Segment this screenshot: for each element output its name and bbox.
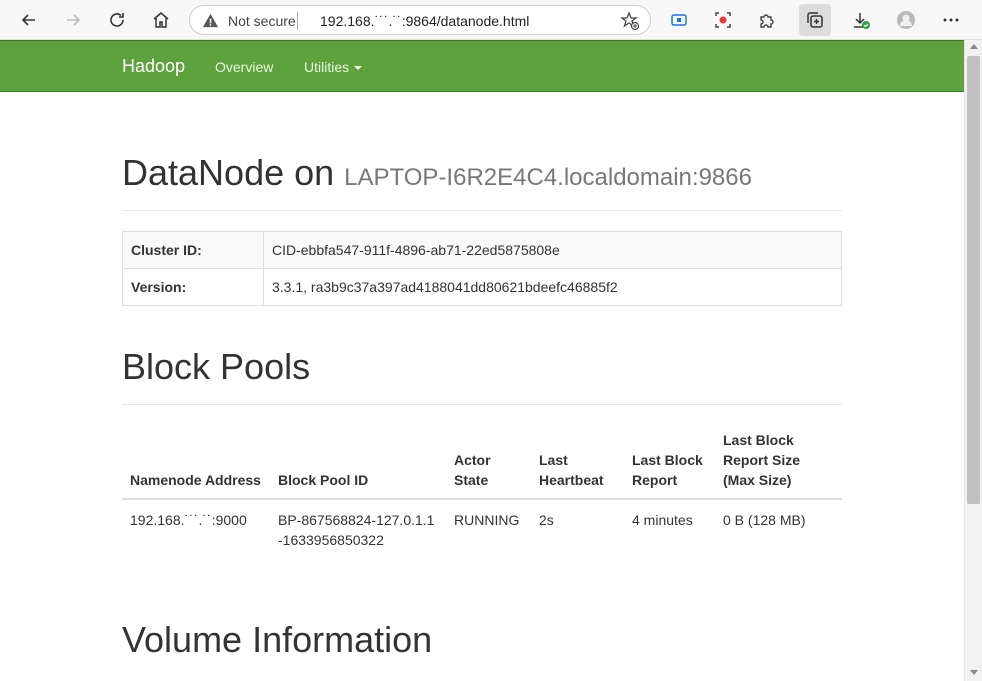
record-icon — [715, 12, 731, 28]
address-bar[interactable]: Not secure 192.168.˙˙˙.˙˙:9864/datanode.… — [189, 5, 651, 35]
brand-link[interactable]: Hadoop — [122, 56, 185, 77]
cell-actor-state: RUNNING — [454, 512, 520, 528]
media-button[interactable] — [663, 4, 695, 36]
arrow-right-icon — [67, 14, 81, 26]
block-pools-heading: Block Pools — [122, 346, 311, 387]
version-label: Version: — [122, 268, 264, 306]
download-icon — [854, 13, 870, 29]
cluster-id-label: Cluster ID: — [122, 231, 264, 269]
block-pools-table: Namenode Address Block Pool ID Actor Sta… — [122, 430, 842, 550]
table-row: Cluster ID: CID-ebbfa547-911f-4896-ab71-… — [122, 231, 842, 269]
not-secure-label: Not secure — [228, 13, 296, 29]
forward-button[interactable] — [57, 4, 89, 36]
screen-capture-button[interactable] — [707, 4, 739, 36]
col-block-pool-id: Block Pool ID — [270, 430, 446, 500]
warning-icon — [202, 13, 219, 28]
profile-button[interactable] — [890, 4, 922, 36]
extensions-button[interactable] — [751, 4, 783, 36]
col-namenode-address: Namenode Address — [122, 430, 270, 500]
media-icon — [671, 14, 687, 26]
browser-toolbar: Not secure 192.168.˙˙˙.˙˙:9864/datanode.… — [0, 0, 982, 40]
home-icon — [153, 12, 169, 28]
caret-down-icon — [354, 66, 363, 71]
version-value: 3.3.1, ra3b9c37a397ad4188041dd80621bdeef… — [263, 268, 842, 306]
page-scrollbar[interactable] — [964, 40, 982, 681]
cell-last-block-report-size: 0 B (128 MB) — [723, 512, 806, 528]
table-header-row: Namenode Address Block Pool ID Actor Sta… — [122, 430, 842, 500]
nav-utilities-dropdown[interactable]: Utilities — [304, 59, 363, 75]
more-dots-icon — [943, 18, 959, 22]
hadoop-navbar: Hadoop Overview Utilities — [0, 40, 964, 92]
col-last-block-report: Last Block Report — [624, 430, 715, 500]
block-pools-divider — [122, 404, 842, 405]
collections-icon — [807, 12, 823, 28]
more-menu-button[interactable] — [935, 4, 967, 36]
url-text[interactable]: 192.168.˙˙˙.˙˙:9864/datanode.html — [320, 13, 529, 29]
title-divider — [122, 210, 842, 211]
volume-info-heading: Volume Information — [122, 619, 433, 660]
scroll-down-icon[interactable] — [970, 670, 978, 675]
address-separator — [297, 12, 298, 30]
col-last-block-report-size: Last Block Report Size (Max Size) — [715, 430, 842, 500]
page-title-text: DataNode on — [122, 152, 335, 193]
back-button[interactable] — [13, 4, 45, 36]
cluster-id-value: CID-ebbfa547-911f-4896-ab71-22ed5875808e — [263, 231, 842, 269]
reload-button[interactable] — [101, 4, 133, 36]
cell-namenode-address: 192.168.˙˙˙.˙˙:9000 — [130, 512, 247, 528]
page-title: DataNode on LAPTOP-I6R2E4C4.localdomain:… — [122, 152, 752, 194]
utilities-label: Utilities — [304, 59, 350, 75]
col-last-heartbeat: Last Heartbeat — [531, 430, 624, 500]
scrollbar-thumb[interactable] — [967, 56, 980, 504]
arrow-left-icon — [21, 14, 35, 26]
scroll-up-icon[interactable] — [970, 44, 978, 49]
nav-overview-link[interactable]: Overview — [215, 59, 273, 75]
collections-button[interactable] — [799, 4, 831, 36]
downloads-button[interactable] — [845, 4, 877, 36]
avatar-icon — [897, 11, 915, 29]
col-actor-state: Actor State — [446, 430, 531, 500]
datanode-info-table: Cluster ID: CID-ebbfa547-911f-4896-ab71-… — [122, 231, 842, 306]
datanode-host: LAPTOP-I6R2E4C4.localdomain:9866 — [344, 164, 752, 191]
table-row: Version: 3.3.1, ra3b9c37a397ad4188041dd8… — [122, 268, 842, 306]
puzzle-icon — [760, 14, 774, 28]
home-button[interactable] — [145, 4, 177, 36]
cell-block-pool-id: BP-867568824-127.0.1.1-1633956850322 — [278, 512, 435, 548]
table-row: 192.168.˙˙˙.˙˙:9000 BP-867568824-127.0.1… — [122, 499, 842, 550]
reload-icon — [110, 13, 124, 27]
add-favorite-icon[interactable] — [620, 11, 640, 31]
cell-last-block-report: 4 minutes — [632, 512, 693, 528]
cell-last-heartbeat: 2s — [539, 512, 554, 528]
